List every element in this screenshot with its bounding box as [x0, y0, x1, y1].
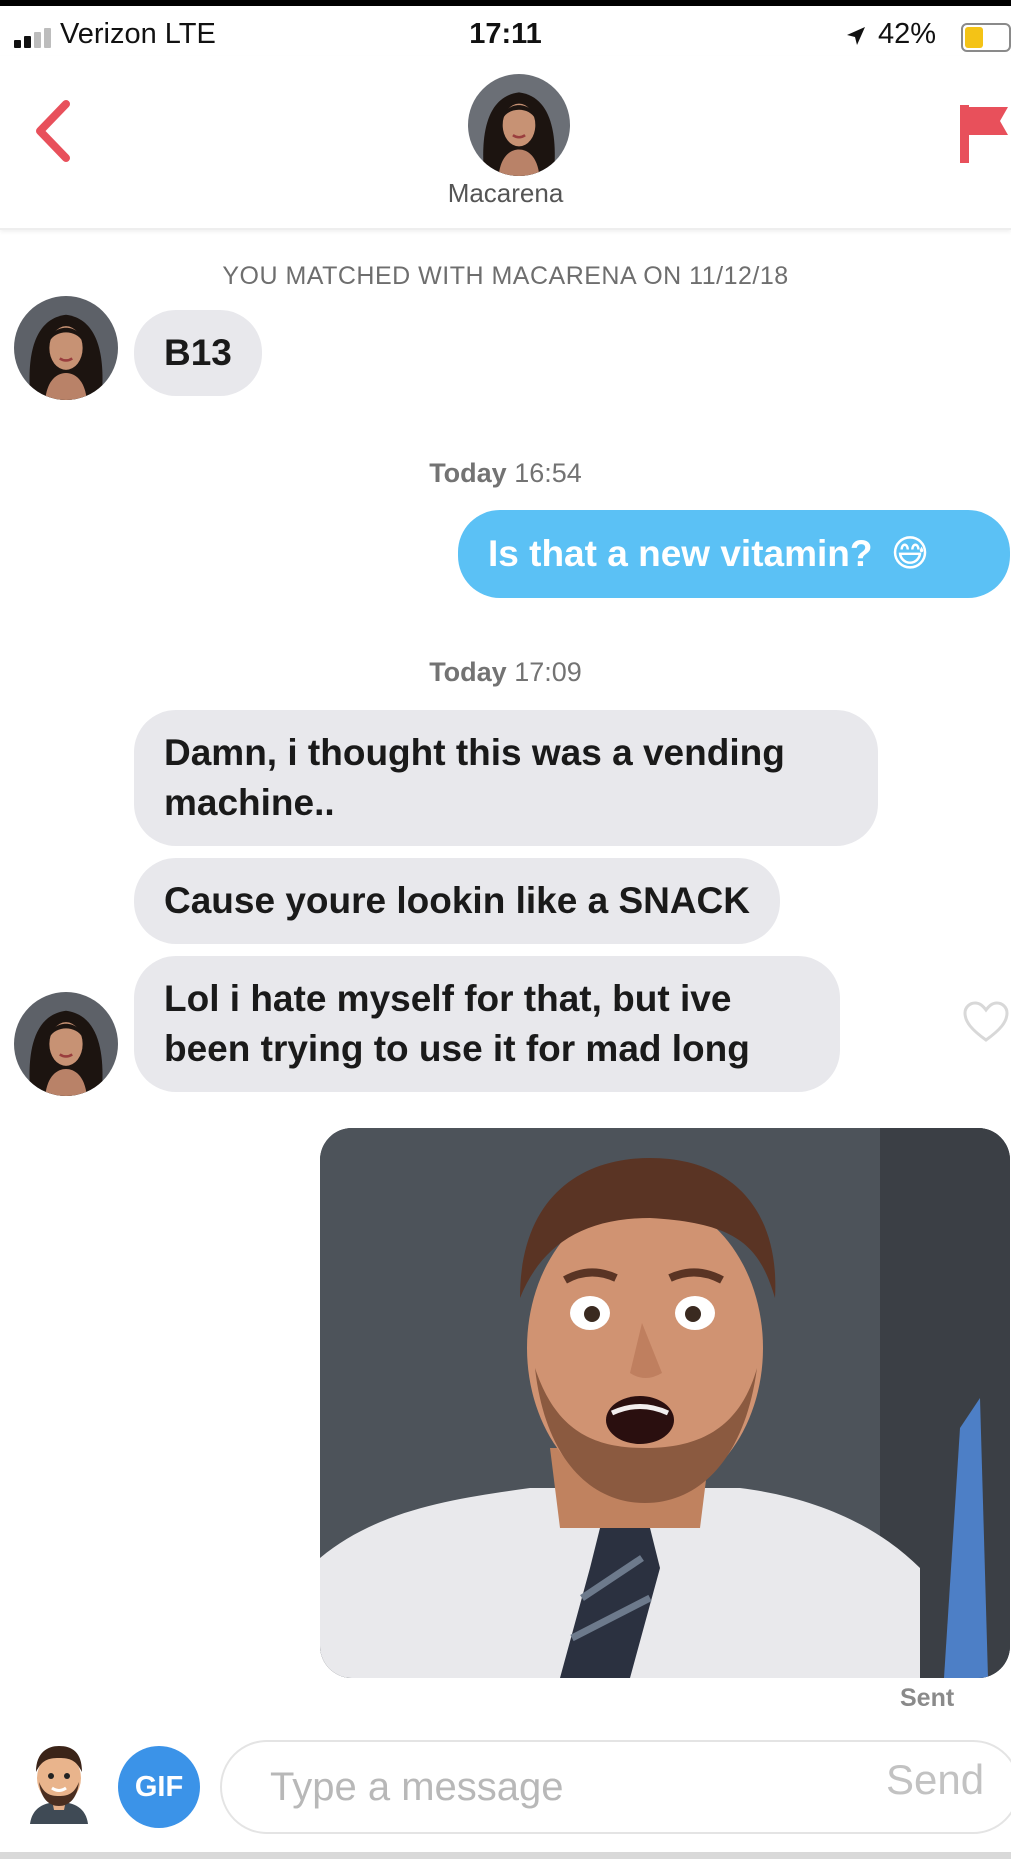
contact-avatar-small[interactable] — [14, 296, 118, 400]
gif-button[interactable]: GIF — [118, 1746, 200, 1828]
user-bitmoji-avatar[interactable] — [24, 1742, 94, 1824]
timestamp-time: 16:54 — [514, 458, 582, 488]
battery-icon — [961, 23, 1011, 52]
message-bubble-incoming[interactable]: Cause youre lookin like a SNACK — [134, 858, 781, 944]
message-line: Lol i hate myself for that, but ive — [164, 978, 732, 1019]
battery-percent: 42% — [878, 18, 937, 50]
message-line: Damn, i thought this was a vending — [164, 732, 785, 773]
message-bubble-incoming[interactable]: B13 — [134, 310, 262, 396]
message-composer: GIF Send — [0, 1730, 1011, 1859]
message-bubble-incoming[interactable]: Damn, i thought this was a vending machi… — [134, 710, 878, 846]
match-note: YOU MATCHED WITH MACARENA ON 11/12/18 — [222, 262, 789, 290]
home-indicator-bar — [0, 1852, 1011, 1859]
message-bubble-incoming[interactable]: Lol i hate myself for that, but ive been… — [134, 956, 840, 1092]
message-line: machine.. — [164, 782, 335, 823]
timestamp-day: Today — [429, 657, 507, 687]
grinning-sweat-emoji-icon: 😅 — [890, 532, 930, 575]
timestamp: Today 17:09 — [0, 657, 1011, 688]
flag-icon[interactable] — [958, 101, 1008, 165]
send-button[interactable]: Send — [886, 1756, 984, 1804]
timestamp: Today 16:54 — [0, 458, 1011, 489]
chat-header: Macarena — [0, 56, 1011, 230]
timestamp-day: Today — [429, 458, 507, 488]
message-input[interactable] — [270, 1756, 790, 1818]
status-bar: Verizon LTE 17:11 42% — [0, 6, 1011, 56]
message-text: B13 — [164, 332, 232, 373]
message-text: Is that a new vitamin? — [488, 533, 873, 574]
message-line: been trying to use it for mad long — [164, 1028, 750, 1069]
contact-name: Macarena — [447, 178, 564, 208]
message-input-container: Send — [220, 1740, 1011, 1834]
contact-avatar[interactable] — [468, 74, 570, 176]
message-text: Cause youre lookin like a SNACK — [164, 880, 751, 921]
contact-avatar-small[interactable] — [14, 992, 118, 1096]
message-bubble-outgoing[interactable]: Is that a new vitamin? 😅 — [458, 510, 1010, 598]
sent-status: Sent — [900, 1684, 955, 1712]
timestamp-time: 17:09 — [514, 657, 582, 687]
gif-message-image[interactable] — [320, 1128, 1010, 1678]
heart-outline-icon[interactable] — [962, 1000, 1010, 1044]
location-arrow-icon — [847, 27, 865, 45]
gif-illustration — [320, 1128, 1010, 1678]
chevron-left-icon[interactable] — [30, 96, 74, 166]
